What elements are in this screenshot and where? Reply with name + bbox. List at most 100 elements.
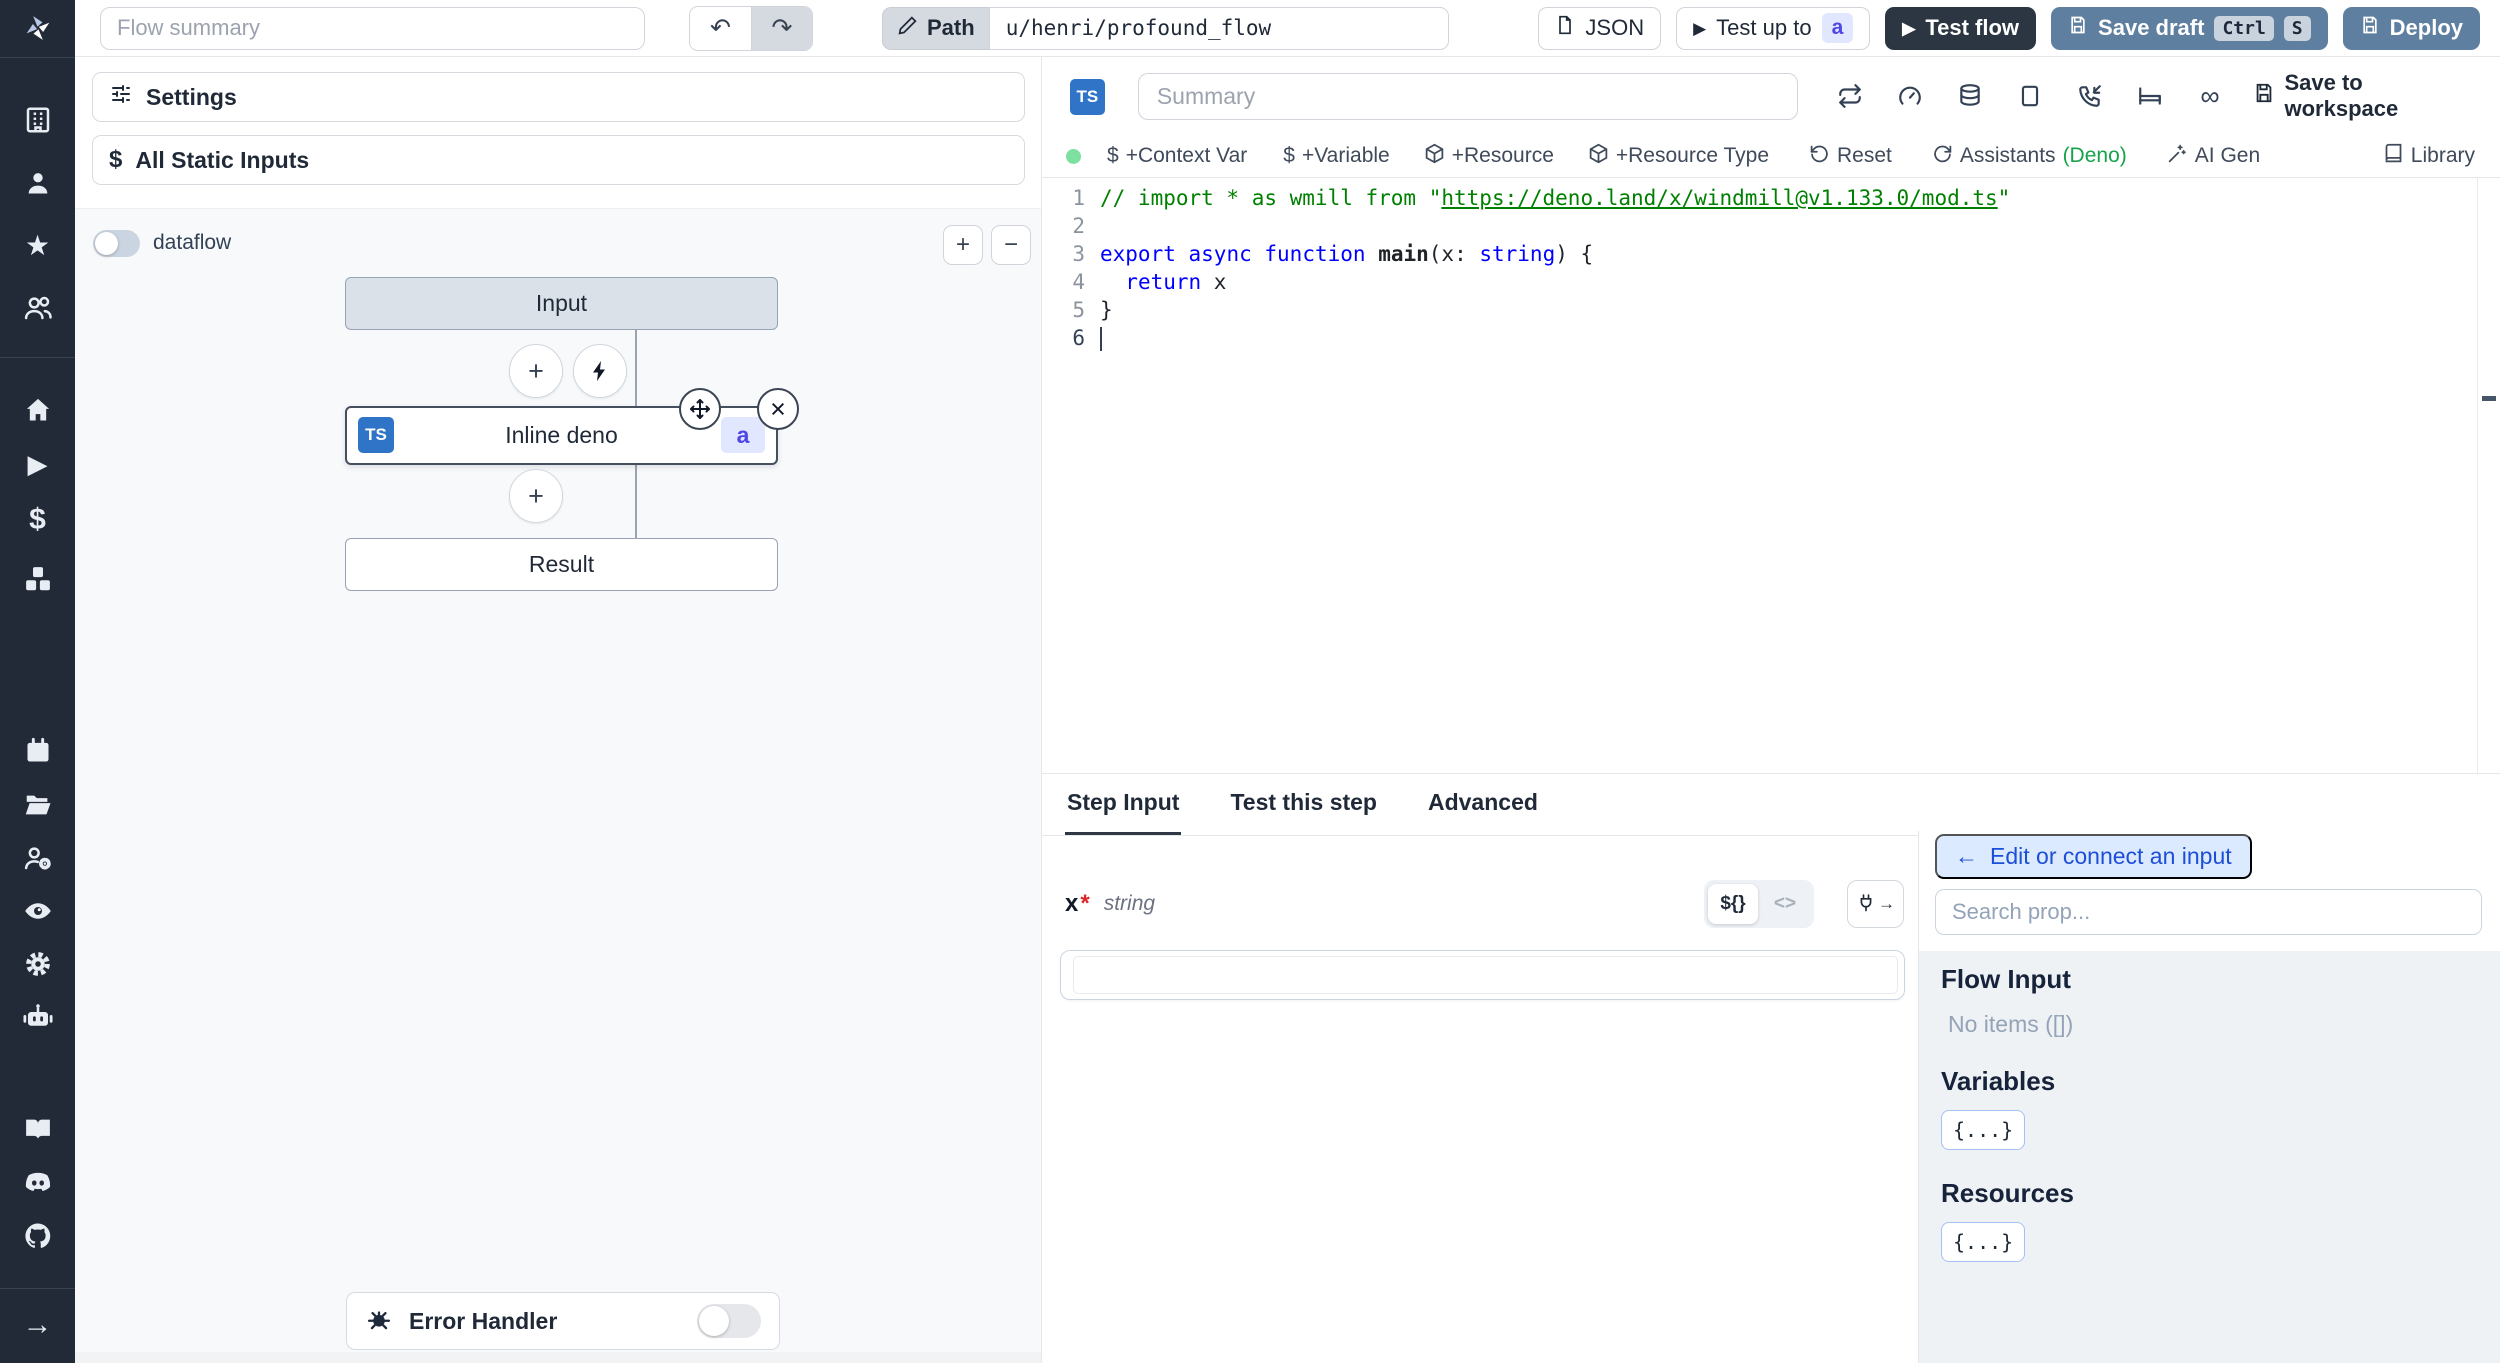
tab-test-this-step[interactable]: Test this step [1228,789,1379,835]
field-value-input[interactable] [1073,956,1898,994]
edit-or-connect-button[interactable]: ← Edit or connect an input [1935,834,2252,879]
move-step-button[interactable] [679,388,721,430]
add-step-button[interactable]: + [509,344,563,398]
error-handler-card: Error Handler [346,1292,780,1350]
discord-icon[interactable] [0,1166,75,1200]
settings-gear-icon[interactable] [0,947,75,981]
code-gutter: 123456 [1072,186,1085,350]
dollar-icon: $ [109,146,123,173]
sidebar-divider [0,57,75,58]
rotate-ccw-icon [1809,143,1830,170]
lsp-status-dot [1066,148,1081,164]
workspace-icon[interactable] [0,103,75,137]
cursor-position-mark [2482,396,2496,401]
connect-input-button[interactable]: → [1847,880,1904,928]
variables-heading: Variables [1941,1066,2056,1096]
flow-summary-input[interactable] [100,6,645,50]
path-input[interactable] [988,6,1449,50]
save-draft-button[interactable]: Save draft Ctrl S [2051,6,2328,50]
performance-gauge-icon[interactable] [1896,83,1923,110]
concurrency-repeat-icon[interactable] [1836,83,1863,110]
all-static-inputs-button[interactable]: $ All Static Inputs [92,135,1025,185]
error-handler-label: Error Handler [409,1307,558,1334]
expand-sidebar-arrow-icon[interactable]: → [0,1308,75,1342]
cache-database-icon[interactable] [1956,83,1983,110]
favorites-star-icon[interactable]: ★ [0,229,75,263]
plug-icon [1856,893,1876,916]
windmill-logo[interactable] [0,11,75,45]
variables-dollar-icon[interactable]: $ [0,503,75,537]
resources-heading: Resources [1941,1178,2074,1208]
add-context-var-button[interactable]: $ +Context Var [1107,144,1247,168]
reset-button[interactable]: Reset [1809,143,1892,170]
runs-play-icon[interactable]: ▶ [0,447,75,481]
play-icon: ▶ [1693,18,1707,38]
json-button[interactable]: JSON [1538,6,1662,50]
play-icon: ▶ [1902,18,1916,38]
edge-step-result [635,465,637,538]
zoom-in-button[interactable]: + [943,225,983,265]
test-flow-button[interactable]: ▶ Test flow [1885,6,2037,50]
resources-boxes-icon[interactable] [0,562,75,596]
zoom-out-button[interactable]: − [991,225,1031,265]
pencil-icon [897,15,918,42]
undo-button[interactable]: ↶ [690,6,751,50]
dataflow-toggle[interactable] [93,230,140,257]
step-summary-input[interactable] [1137,72,1799,120]
edge-input-step [635,330,637,406]
flow-result-node[interactable]: Result [345,538,778,591]
user-icon[interactable] [0,166,75,200]
flow-panel: Settings $ All Static Inputs dataflow + … [75,57,1042,1363]
windmill-flow-editor: ★ ▶ $ → Flow summary ↶ ↷ Path u/henri/pr… [0,0,2500,1363]
field-row: x * string ${} <> → [1065,880,1904,928]
field-name: x [1065,890,1079,917]
trigger-bolt-button[interactable] [573,344,627,398]
monaco-code-area[interactable]: 123456 // import * as wmill from "https:… [1042,178,2477,773]
arrow-right-icon: → [1878,894,1895,913]
test-up-to-button[interactable]: ▶ Test up to a [1676,6,1871,50]
resources-object-button[interactable]: {...} [1941,1222,2026,1262]
code-mode-button[interactable]: <> [1760,884,1810,924]
error-handler-toggle[interactable] [697,1304,761,1338]
save-to-workspace-button[interactable]: Save to workspace [2253,70,2475,122]
flow-settings-button[interactable]: Settings [92,72,1025,122]
home-icon[interactable] [0,393,75,427]
github-icon[interactable] [0,1219,75,1253]
ai-robot-icon[interactable] [0,1000,75,1034]
variables-object-button[interactable]: {...} [1941,1110,2026,1150]
assistants-button[interactable]: Assistants (Deno) [1932,143,2127,170]
template-mode-button[interactable]: ${} [1708,884,1758,924]
required-asterisk: * [1080,890,1090,917]
groups-icon[interactable] [0,291,75,325]
add-resource-type-button[interactable]: +Resource Type [1588,143,1769,170]
tab-step-input[interactable]: Step Input [1065,789,1182,835]
flow-input-heading: Flow Input [1941,964,2071,994]
deploy-button[interactable]: Deploy [2342,6,2480,50]
phone-incoming-icon[interactable] [2076,83,2103,110]
ai-gen-button[interactable]: AI Gen [2167,143,2260,170]
timeout-square-icon[interactable] [2016,83,2043,110]
path-edit-button[interactable]: Path [882,6,989,50]
workers-user-cog-icon[interactable] [0,841,75,875]
add-step-button[interactable]: + [509,469,563,523]
folders-icon[interactable] [0,788,75,822]
infinity-icon[interactable]: ∞ [2196,82,2223,110]
docs-book-icon[interactable] [0,1112,75,1146]
library-button[interactable]: Library [2383,143,2475,170]
tab-advanced[interactable]: Advanced [1426,789,1540,835]
editor-overview-ruler[interactable] [2477,178,2500,773]
add-variable-button[interactable]: $ +Variable [1283,144,1389,168]
prop-search-input[interactable] [1935,889,2482,935]
schedules-calendar-icon[interactable] [0,734,75,768]
sleep-bed-icon[interactable] [2136,83,2163,110]
sidebar-divider [0,357,75,358]
typescript-badge: TS [358,417,394,453]
add-resource-button[interactable]: +Resource [1424,143,1554,170]
kbd-s: S [2283,15,2311,41]
bug-icon [365,1305,393,1338]
flow-input-node[interactable]: Input [345,277,778,330]
delete-step-button[interactable]: × [757,388,799,430]
audit-eye-icon[interactable] [0,894,75,928]
redo-button[interactable]: ↷ [751,6,812,50]
app-sidebar: ★ ▶ $ → [0,0,75,1363]
